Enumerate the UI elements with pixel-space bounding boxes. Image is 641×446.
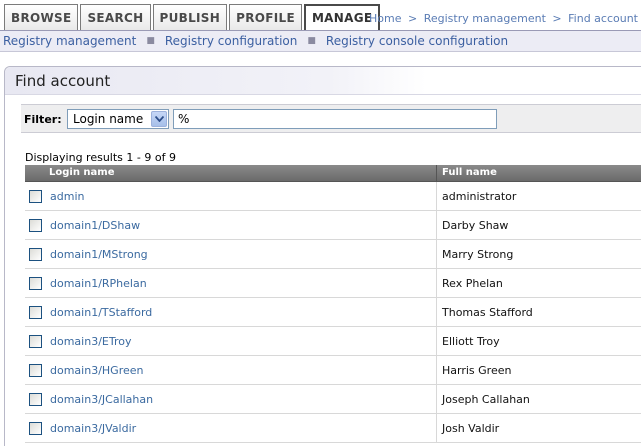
row-checkbox[interactable] — [28, 189, 42, 203]
table-row: domain1/MStrong Marry Strong — [25, 239, 641, 269]
login-name-link[interactable]: domain3/JValdir — [45, 413, 437, 443]
filter-label: Filter: — [24, 113, 62, 126]
panel-title: Find account — [5, 67, 641, 95]
full-name-cell: Elliott Troy — [442, 334, 500, 348]
tab-browse[interactable]: BROWSE — [4, 4, 79, 30]
login-name-link[interactable]: domain1/MStrong — [45, 239, 437, 269]
submenu-registry-management[interactable]: Registry management — [3, 34, 136, 48]
column-header-login-name[interactable]: Login name — [45, 165, 437, 181]
table-row: domain1/RPhelan Rex Phelan — [25, 268, 641, 298]
tab-profile[interactable]: PROFILE — [229, 4, 302, 30]
login-name-link[interactable]: domain3/HGreen — [45, 355, 437, 385]
row-checkbox[interactable] — [28, 334, 42, 348]
submenu-separator: ■ — [307, 36, 316, 46]
login-name-link[interactable]: admin — [45, 181, 437, 211]
table-row: admin administrator — [25, 181, 641, 211]
row-checkbox[interactable] — [28, 218, 42, 232]
submenu-registry-configuration[interactable]: Registry configuration — [165, 34, 298, 48]
filter-field-value: Login name — [73, 112, 144, 126]
accounts-table: Login name Full name admin administrator… — [25, 165, 641, 443]
breadcrumb-find-account[interactable]: Find account — [568, 12, 638, 25]
filter-field-select[interactable]: Login name — [67, 109, 169, 129]
row-checkbox[interactable] — [28, 276, 42, 290]
login-name-link[interactable]: domain3/JCallahan — [45, 384, 437, 414]
full-name-cell: Josh Valdir — [442, 421, 500, 435]
find-account-panel: Find account Filter: Login name Displayi… — [4, 66, 641, 446]
full-name-cell: Thomas Stafford — [442, 305, 533, 319]
results-count: Displaying results 1 - 9 of 9 — [25, 151, 176, 164]
login-name-link[interactable]: domain3/ETroy — [45, 326, 437, 356]
table-row: domain3/JValdir Josh Valdir — [25, 413, 641, 443]
full-name-cell: Joseph Callahan — [442, 392, 530, 406]
login-name-link[interactable]: domain1/DShaw — [45, 210, 437, 240]
full-name-cell: Marry Strong — [442, 247, 514, 261]
breadcrumb-separator: > — [407, 12, 418, 25]
table-row: domain3/HGreen Harris Green — [25, 355, 641, 385]
row-checkbox[interactable] — [28, 392, 42, 406]
filter-bar: Filter: Login name — [21, 104, 641, 133]
main-tabs: BROWSE SEARCH PUBLISH PROFILE MANAGE — [4, 4, 382, 30]
login-name-link[interactable]: domain1/RPhelan — [45, 268, 437, 298]
filter-value-input[interactable] — [173, 109, 497, 129]
breadcrumb: Home > Registry management > Find accoun… — [369, 12, 638, 25]
table-row: domain3/ETroy Elliott Troy — [25, 326, 641, 356]
submenu-separator: ■ — [146, 36, 155, 46]
table-row: domain1/TStafford Thomas Stafford — [25, 297, 641, 327]
row-checkbox[interactable] — [28, 363, 42, 377]
select-column-header — [25, 165, 45, 181]
full-name-cell: Rex Phelan — [442, 276, 503, 290]
row-checkbox[interactable] — [28, 421, 42, 435]
full-name-cell: administrator — [442, 189, 517, 203]
top-tab-bar: BROWSE SEARCH PUBLISH PROFILE MANAGE Hom… — [0, 0, 641, 30]
login-name-link[interactable]: domain1/TStafford — [45, 297, 437, 327]
submenu-registry-console-configuration[interactable]: Registry console configuration — [326, 34, 508, 48]
row-checkbox[interactable] — [28, 305, 42, 319]
submenu-bar: Registry management ■ Registry configura… — [0, 30, 641, 52]
table-row: domain1/DShaw Darby Shaw — [25, 210, 641, 240]
full-name-cell: Darby Shaw — [442, 218, 509, 232]
table-row: domain3/JCallahan Joseph Callahan — [25, 384, 641, 414]
tab-search[interactable]: SEARCH — [80, 4, 151, 30]
column-header-full-name[interactable]: Full name — [437, 165, 641, 181]
breadcrumb-registry-management[interactable]: Registry management — [424, 12, 546, 25]
tab-publish[interactable]: PUBLISH — [152, 4, 228, 30]
chevron-down-icon[interactable] — [151, 111, 167, 127]
breadcrumb-home[interactable]: Home — [369, 12, 401, 25]
breadcrumb-separator: > — [552, 12, 562, 25]
table-header: Login name Full name — [25, 165, 641, 182]
full-name-cell: Harris Green — [442, 363, 512, 377]
row-checkbox[interactable] — [28, 247, 42, 261]
